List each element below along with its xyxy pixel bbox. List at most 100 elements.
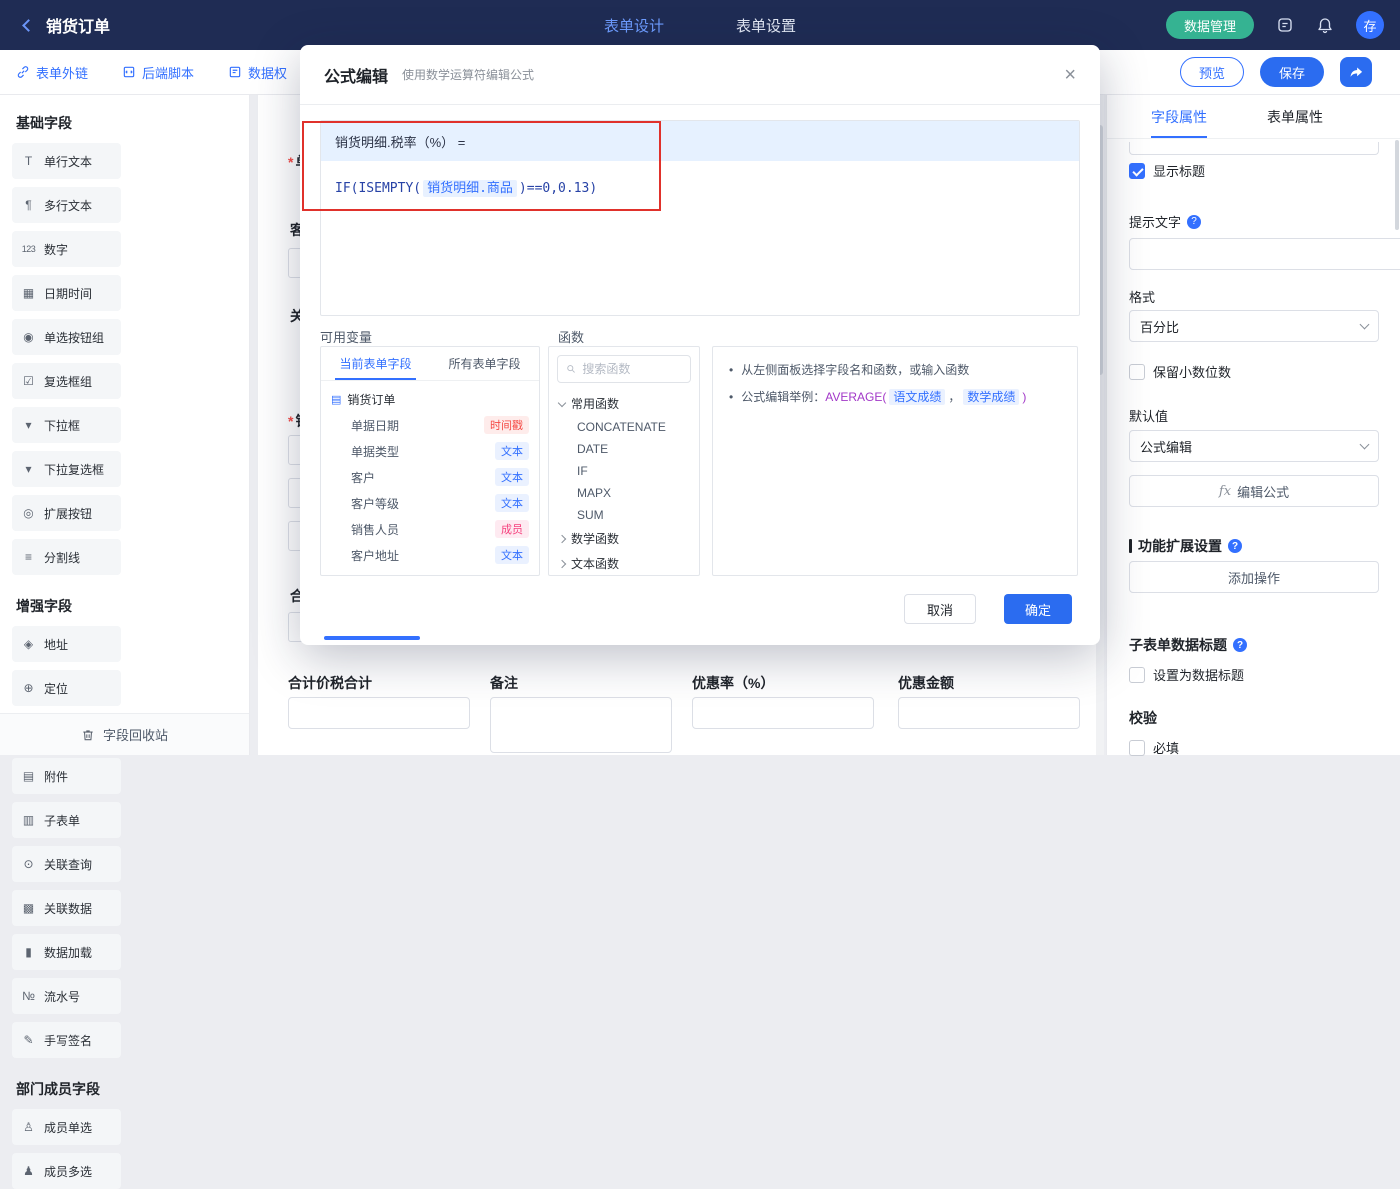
variables-list: ▤销货订单 单据日期时间戳 单据类型文本 客户文本 客户等级文本 销售人员成员 … bbox=[321, 381, 539, 574]
field-item-label: 成员单选 bbox=[44, 1119, 92, 1136]
set-data-title-checkbox[interactable]: 设置为数据标题 bbox=[1129, 665, 1379, 684]
tab-current-form-fields[interactable]: 当前表单字段 bbox=[321, 347, 430, 380]
preview-button[interactable]: 预览 bbox=[1180, 57, 1244, 87]
data-permission-button[interactable]: 数据权 bbox=[228, 63, 287, 82]
data-manage-button[interactable]: 数据管理 bbox=[1166, 11, 1254, 39]
function-item[interactable]: CONCATENATE bbox=[549, 416, 699, 438]
default-value-select[interactable]: 公式编辑 bbox=[1129, 430, 1379, 462]
field-item-attachment[interactable]: ▤附件 bbox=[12, 758, 121, 794]
total-amount-input[interactable] bbox=[288, 697, 470, 729]
function-item[interactable]: IF bbox=[549, 460, 699, 482]
function-search-input[interactable] bbox=[582, 362, 682, 376]
discount-amount-input[interactable] bbox=[898, 697, 1080, 729]
function-item[interactable]: MAPX bbox=[549, 482, 699, 504]
required-checkbox[interactable]: 必填 bbox=[1129, 738, 1379, 757]
form-external-link-button[interactable]: 表单外链 bbox=[16, 63, 88, 82]
field-item-number[interactable]: 123数字 bbox=[12, 231, 121, 267]
app-icon[interactable] bbox=[1276, 16, 1294, 34]
format-select[interactable]: 百分比 bbox=[1129, 310, 1379, 342]
trash-icon bbox=[81, 728, 95, 742]
field-recycle-bin[interactable]: 字段回收站 bbox=[0, 713, 249, 755]
add-action-button[interactable]: 添加操作 bbox=[1129, 561, 1379, 593]
show-title-checkbox[interactable]: 显示标题 bbox=[1129, 161, 1379, 180]
save-button[interactable]: 保存 bbox=[1260, 57, 1324, 87]
field-item-multi-line-text[interactable]: ¶多行文本 bbox=[12, 187, 121, 223]
formula-editor[interactable]: 销货明细.税率（%） = IF(ISEMPTY(销货明细.商品)==0,0.13… bbox=[320, 120, 1080, 316]
checkbox-icon[interactable] bbox=[1129, 740, 1145, 756]
checkbox-checked-icon[interactable] bbox=[1129, 163, 1145, 179]
checkbox-icon[interactable] bbox=[1129, 364, 1145, 380]
back-button[interactable] bbox=[16, 13, 40, 37]
field-item-address[interactable]: ◈ 地址 bbox=[12, 626, 121, 662]
function-group-text[interactable]: 文本函数 bbox=[549, 551, 699, 576]
field-item-lookup[interactable]: ⊙关联查询 bbox=[12, 846, 121, 882]
variable-item[interactable]: 客户地址文本 bbox=[321, 542, 539, 568]
function-group-common[interactable]: 常用函数 bbox=[549, 391, 699, 416]
avatar[interactable]: 存 bbox=[1356, 11, 1384, 39]
hint-text-input[interactable] bbox=[1129, 238, 1400, 270]
field-item-single-line-text[interactable]: T单行文本 bbox=[12, 143, 121, 179]
field-item-location[interactable]: ⊕定位 bbox=[12, 670, 121, 706]
discount-rate-input[interactable] bbox=[692, 697, 874, 729]
dropdown-icon: ▾ bbox=[20, 418, 37, 432]
variable-item[interactable]: 销售人员成员 bbox=[321, 516, 539, 542]
topbar: 销货订单 表单设计 表单设置 数据管理 存 bbox=[0, 0, 1400, 50]
variable-item[interactable]: 单据日期时间戳 bbox=[321, 412, 539, 438]
field-item-datetime[interactable]: ▦日期时间 bbox=[12, 275, 121, 311]
dropdown-multi-icon: ▾ bbox=[20, 462, 37, 476]
tab-form-settings[interactable]: 表单设置 bbox=[736, 15, 796, 36]
cancel-button[interactable]: 取消 bbox=[904, 594, 976, 624]
variables-form-node[interactable]: ▤销货订单 bbox=[321, 387, 539, 412]
function-search[interactable] bbox=[557, 355, 691, 383]
checkbox-icon[interactable] bbox=[1129, 667, 1145, 683]
field-item-subform[interactable]: ▥子表单 bbox=[12, 802, 121, 838]
edit-formula-label: 编辑公式 bbox=[1237, 482, 1289, 501]
close-icon[interactable]: × bbox=[1064, 65, 1076, 85]
tab-form-design[interactable]: 表单设计 bbox=[604, 15, 664, 36]
field-item-divider[interactable]: ≡分割线 bbox=[12, 539, 121, 575]
horizontal-scrollbar-thumb[interactable] bbox=[324, 636, 420, 640]
field-item-extend-button[interactable]: ◎扩展按钮 bbox=[12, 495, 121, 531]
function-item[interactable]: SUM bbox=[549, 504, 699, 526]
help-icon[interactable]: ? bbox=[1233, 638, 1247, 652]
backend-script-button[interactable]: 后端脚本 bbox=[122, 63, 194, 82]
tab-all-form-fields[interactable]: 所有表单字段 bbox=[430, 347, 539, 380]
field-item-dropdown-multi[interactable]: ▾下拉复选框 bbox=[12, 451, 121, 487]
field-item-signature[interactable]: ✎手写签名 bbox=[12, 1022, 121, 1058]
page-title: 销货订单 bbox=[46, 13, 110, 37]
checkbox-group-icon: ☑ bbox=[20, 374, 37, 388]
field-item-radio-group[interactable]: ◉单选按钮组 bbox=[12, 319, 121, 355]
field-item-member-multi[interactable]: ♟成员多选 bbox=[12, 1153, 121, 1189]
variable-item[interactable]: 客户等级文本 bbox=[321, 490, 539, 516]
script-icon bbox=[122, 65, 136, 79]
bell-icon[interactable] bbox=[1316, 16, 1334, 34]
function-item[interactable]: DATE bbox=[549, 438, 699, 460]
help-icon[interactable]: ? bbox=[1228, 539, 1242, 553]
confirm-button[interactable]: 确定 bbox=[1004, 594, 1072, 624]
field-item-member-single[interactable]: ♙成员单选 bbox=[12, 1109, 121, 1145]
keep-decimal-checkbox[interactable]: 保留小数位数 bbox=[1129, 362, 1379, 381]
address-icon: ◈ bbox=[20, 637, 37, 651]
field-item-serial-number[interactable]: №流水号 bbox=[12, 978, 121, 1014]
formula-field-token[interactable]: 销货明细.商品 bbox=[423, 180, 517, 197]
toolbar-right: 预览 保存 bbox=[1180, 57, 1384, 87]
formula-code-line[interactable]: IF(ISEMPTY(销货明细.商品)==0,0.13) bbox=[321, 161, 1079, 212]
field-item-data-load[interactable]: ▮数据加载 bbox=[12, 934, 121, 970]
edit-formula-button[interactable]: fx编辑公式 bbox=[1129, 475, 1379, 507]
field-item-checkbox-group[interactable]: ☑复选框组 bbox=[12, 363, 121, 399]
tab-form-properties[interactable]: 表单属性 bbox=[1267, 95, 1323, 138]
field-item-label: 地址 bbox=[44, 636, 68, 653]
variable-item[interactable]: 客户文本 bbox=[321, 464, 539, 490]
help-icon[interactable]: ? bbox=[1187, 215, 1201, 229]
required-label: 必填 bbox=[1153, 738, 1179, 757]
function-group-math[interactable]: 数学函数 bbox=[549, 526, 699, 551]
tab-field-properties[interactable]: 字段属性 bbox=[1151, 95, 1207, 138]
linked-data-icon: ▩ bbox=[20, 901, 37, 915]
share-button[interactable] bbox=[1340, 57, 1372, 87]
field-item-linked-data[interactable]: ▩关联数据 bbox=[12, 890, 121, 926]
remark-input[interactable] bbox=[490, 697, 672, 753]
panel-scrollbar-thumb[interactable] bbox=[1395, 140, 1399, 230]
field-item-dropdown[interactable]: ▾下拉框 bbox=[12, 407, 121, 443]
variable-item[interactable]: 单据类型文本 bbox=[321, 438, 539, 464]
serial-number-icon: № bbox=[20, 989, 37, 1003]
